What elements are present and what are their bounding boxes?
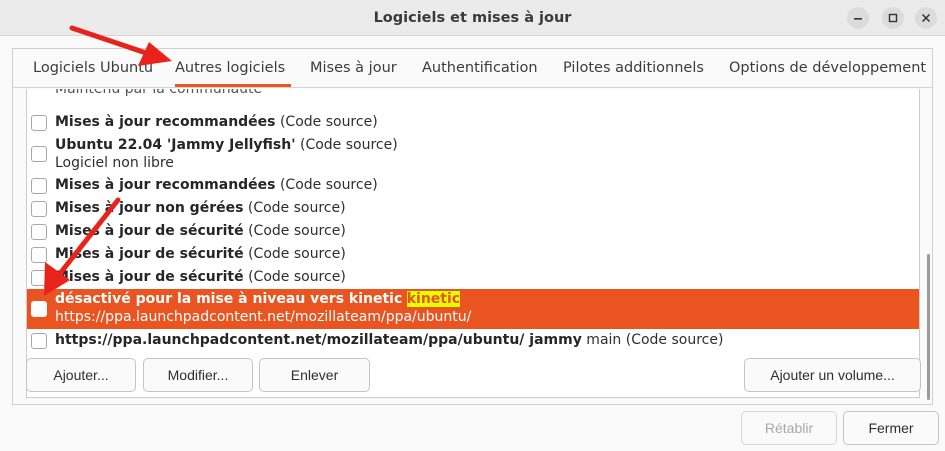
source-checkbox[interactable] <box>31 301 47 317</box>
tab-notebook: Logiciels Ubuntu Autres logiciels Mises … <box>12 48 933 405</box>
source-type: (Code source) <box>295 137 398 153</box>
source-url: https://ppa.launchpadcontent.net/mozilla… <box>55 309 472 325</box>
source-checkbox[interactable] <box>31 146 47 162</box>
tab-separator <box>13 87 932 88</box>
source-checkbox[interactable] <box>31 247 47 263</box>
close-button[interactable] <box>915 7 937 29</box>
title-bar: Logiciels et mises à jour <box>0 0 945 36</box>
source-checkbox[interactable] <box>31 115 47 131</box>
remove-button[interactable]: Enlever <box>259 358 370 392</box>
source-type: (Code source) <box>243 223 346 239</box>
list-item[interactable]: Mises à jour de sécurité (Code source) <box>27 243 919 266</box>
source-title: Mises à jour recommandées <box>55 177 276 193</box>
list-item[interactable]: Mises à jour recommandées (Code source) <box>27 111 919 134</box>
maximize-icon <box>888 13 898 23</box>
source-title: Mises à jour de sécurité <box>55 223 244 239</box>
source-checkbox[interactable] <box>31 270 47 286</box>
tab-pilotes-additionnels[interactable]: Pilotes additionnels <box>563 60 704 76</box>
tab-options-developpement[interactable]: Options de développement <box>729 60 926 76</box>
tab-autres-logiciels[interactable]: Autres logiciels <box>175 60 285 76</box>
source-type: (Code source) <box>243 246 346 262</box>
add-volume-button[interactable]: Ajouter un volume... <box>744 358 921 392</box>
search-highlight: kinetic <box>406 291 461 307</box>
add-button[interactable]: Ajouter... <box>26 358 136 392</box>
maximize-button[interactable] <box>882 7 904 29</box>
close-icon <box>921 13 931 23</box>
list-item[interactable]: Mises à jour recommandées (Code source) <box>27 174 919 197</box>
minimize-icon <box>854 18 862 20</box>
source-checkbox[interactable] <box>31 201 47 217</box>
list-item-label: Maintenu par la communauté <box>55 89 263 97</box>
scrollbar-thumb[interactable] <box>927 254 930 400</box>
close-dialog-button[interactable]: Fermer <box>843 411 939 445</box>
window-title: Logiciels et mises à jour <box>373 10 572 26</box>
minimize-button[interactable] <box>847 7 869 29</box>
source-title: désactivé pour la mise à niveau vers kin… <box>55 291 403 307</box>
source-checkbox[interactable] <box>31 178 47 194</box>
source-title: https://ppa.launchpadcontent.net/mozilla… <box>55 332 582 348</box>
source-title: Mises à jour non gérées <box>55 200 244 216</box>
list-item-selected[interactable]: désactivé pour la mise à niveau vers kin… <box>27 289 919 329</box>
source-checkbox[interactable] <box>31 224 47 240</box>
source-type: (Code source) <box>275 114 378 130</box>
list-item[interactable]: https://ppa.launchpadcontent.net/mozilla… <box>27 329 919 352</box>
source-checkbox[interactable] <box>31 333 47 349</box>
list-item[interactable]: Mises à jour de sécurité (Code source) <box>27 266 919 289</box>
tab-authentification[interactable]: Authentification <box>422 60 538 76</box>
list-item: Maintenu par la communauté <box>27 89 919 97</box>
tab-mises-a-jour[interactable]: Mises à jour <box>310 60 397 76</box>
source-title: Mises à jour de sécurité <box>55 269 244 285</box>
list-item[interactable]: Mises à jour de sécurité (Code source) <box>27 220 919 243</box>
source-title: Mises à jour de sécurité <box>55 246 244 262</box>
modify-button[interactable]: Modifier... <box>143 358 253 392</box>
source-type: (Code source) <box>243 200 346 216</box>
list-item[interactable]: Ubuntu 22.04 'Jammy Jellyfish' (Code sou… <box>27 134 919 174</box>
tab-logiciels-ubuntu[interactable]: Logiciels Ubuntu <box>33 60 153 76</box>
source-type: (Code source) <box>243 269 346 285</box>
list-item[interactable]: Mises à jour non gérées (Code source) <box>27 197 919 220</box>
source-type: (Code source) <box>275 177 378 193</box>
source-subtitle: Logiciel non libre <box>55 155 174 171</box>
source-title: Ubuntu 22.04 'Jammy Jellyfish' <box>55 137 296 153</box>
source-type: main (Code source) <box>581 332 724 348</box>
revert-button[interactable]: Rétablir <box>741 411 837 445</box>
sources-list[interactable]: Maintenu par la communauté Mises à jour … <box>26 89 920 398</box>
source-title: Mises à jour recommandées <box>55 114 276 130</box>
